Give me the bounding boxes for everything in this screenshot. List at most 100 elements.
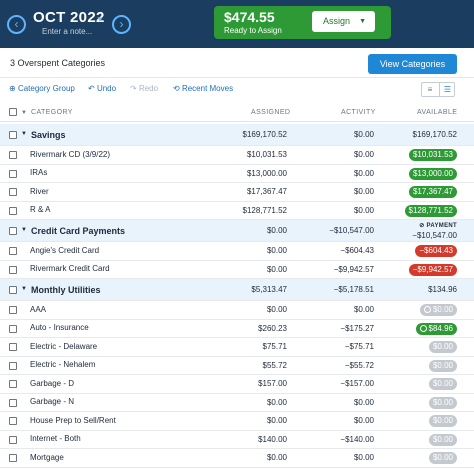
row-checkbox[interactable] — [9, 286, 17, 294]
group-name[interactable]: Credit Card Payments — [31, 226, 125, 236]
row-checkbox[interactable] — [9, 361, 17, 370]
row-checkbox[interactable] — [9, 265, 17, 274]
available-pill[interactable]: $0.00 — [428, 396, 457, 409]
available-pill[interactable]: $0.00 — [419, 304, 457, 317]
list-view-icon[interactable]: ☰ — [439, 83, 455, 96]
collapse-group-icon[interactable]: ▼ — [21, 227, 27, 233]
category-row[interactable]: R & A $128,771.52 $0.00 $128,771.52 — [0, 202, 474, 220]
undo-button[interactable]: ↶ Undo — [88, 84, 116, 93]
assigned-amount[interactable]: $0.00 — [267, 246, 287, 255]
assigned-amount[interactable]: $0.00 — [267, 265, 287, 274]
available-pill[interactable]: $10,031.53 — [408, 149, 457, 162]
row-checkbox[interactable] — [9, 435, 17, 444]
category-name[interactable]: AAA — [30, 305, 46, 314]
category-name[interactable]: House Prep to Sell/Rent — [30, 416, 116, 425]
category-row[interactable]: Rivermark Credit Card $0.00 −$9,942.57 −$9,… — [0, 261, 474, 279]
assigned-amount[interactable]: $260.23 — [258, 324, 287, 333]
activity-amount[interactable]: −$157.00 — [340, 379, 374, 388]
row-checkbox[interactable] — [9, 306, 17, 315]
category-name[interactable]: Mortgage — [30, 453, 64, 462]
row-checkbox[interactable] — [9, 169, 17, 178]
assigned-amount[interactable]: $0.00 — [267, 398, 287, 407]
activity-amount[interactable]: $0.00 — [354, 206, 374, 215]
row-checkbox[interactable] — [9, 380, 17, 389]
row-checkbox[interactable] — [9, 454, 17, 463]
collapse-all-icon[interactable]: ▼ — [21, 110, 27, 116]
category-name[interactable]: Electric - Nehalem — [30, 360, 95, 369]
category-name[interactable]: R & A — [30, 205, 50, 214]
category-name[interactable]: Rivermark CD (3/9/22) — [30, 150, 110, 159]
assigned-amount[interactable]: $75.71 — [263, 342, 287, 351]
assigned-amount[interactable]: $157.00 — [258, 379, 287, 388]
available-pill[interactable]: $0.00 — [428, 359, 457, 372]
activity-amount[interactable]: $0.00 — [354, 453, 374, 462]
activity-amount[interactable]: $0.00 — [354, 416, 374, 425]
activity-amount[interactable]: −$604.43 — [340, 246, 374, 255]
recent-moves-button[interactable]: ⟲ Recent Moves — [173, 84, 233, 93]
category-name[interactable]: River — [30, 187, 49, 196]
assigned-amount[interactable]: $140.00 — [258, 435, 287, 444]
assigned-amount[interactable]: $17,367.47 — [247, 187, 287, 196]
category-name[interactable]: Angie's Credit Card — [30, 246, 99, 255]
category-row[interactable]: Electric - Nehalem $55.72 −$55.72 $0.00 — [0, 357, 474, 375]
category-name[interactable]: IRAs — [30, 168, 47, 177]
assigned-amount[interactable]: $13,000.00 — [247, 169, 287, 178]
category-row[interactable]: Mortgage $0.00 $0.00 $0.00 — [0, 449, 474, 468]
category-row[interactable]: Angie's Credit Card $0.00 −$604.43 −$604.43 — [0, 242, 474, 261]
row-checkbox[interactable] — [9, 188, 17, 197]
category-group-row[interactable]: ▼ Credit Card Payments $0.00 −$10,547.00 ⊘ P… — [0, 220, 474, 242]
overspent-categories-text[interactable]: 3 Overspent Categories — [10, 58, 105, 68]
activity-amount[interactable]: −$75.71 — [345, 342, 374, 351]
assigned-amount[interactable]: $10,031.53 — [247, 150, 287, 159]
available-pill[interactable]: $128,771.52 — [404, 204, 457, 217]
activity-amount[interactable]: $0.00 — [354, 305, 374, 314]
assigned-amount[interactable]: $0.00 — [267, 453, 287, 462]
redo-button[interactable]: ↷ Redo — [130, 84, 158, 93]
available-pill[interactable]: $0.00 — [428, 341, 457, 354]
category-row[interactable]: Garbage - N $0.00 $0.00 $0.00 — [0, 394, 474, 412]
available-pill[interactable]: $84.96 — [415, 322, 457, 335]
row-checkbox[interactable] — [9, 131, 17, 139]
row-checkbox[interactable] — [9, 227, 17, 235]
category-name[interactable]: Auto - Insurance — [30, 323, 89, 332]
row-checkbox[interactable] — [9, 206, 17, 215]
activity-amount[interactable]: −$140.00 — [340, 435, 374, 444]
row-checkbox[interactable] — [9, 398, 17, 407]
group-name[interactable]: Savings — [31, 130, 66, 140]
activity-amount[interactable]: −$175.27 — [340, 324, 374, 333]
row-checkbox[interactable] — [9, 151, 17, 160]
available-pill[interactable]: $0.00 — [428, 378, 457, 391]
activity-amount[interactable]: $0.00 — [354, 150, 374, 159]
available-pill[interactable]: $0.00 — [428, 433, 457, 446]
next-month-button[interactable]: › — [112, 15, 131, 34]
prev-month-button[interactable]: ‹ — [7, 15, 26, 34]
month-title[interactable]: OCT 2022 — [33, 9, 105, 26]
category-group-row[interactable]: ▼ Monthly Utilities $5,313.47 −$5,178.51 $13… — [0, 279, 474, 301]
available-pill[interactable]: $13,000.00 — [408, 167, 457, 180]
activity-amount[interactable]: $0.00 — [354, 187, 374, 196]
assigned-amount[interactable]: $128,771.52 — [243, 206, 288, 215]
category-row[interactable]: AAA $0.00 $0.00 $0.00 — [0, 301, 474, 320]
group-name[interactable]: Monthly Utilities — [31, 285, 101, 295]
category-name[interactable]: Garbage - N — [30, 397, 74, 406]
row-checkbox[interactable] — [9, 324, 17, 333]
row-checkbox[interactable] — [9, 247, 17, 256]
select-all-checkbox[interactable] — [9, 108, 17, 116]
assign-button[interactable]: Assign ▼ — [312, 11, 375, 32]
activity-amount[interactable]: $0.00 — [354, 169, 374, 178]
assigned-amount[interactable]: $0.00 — [267, 305, 287, 314]
category-row[interactable]: Electric - Delaware $75.71 −$75.71 $0.00 — [0, 338, 474, 357]
category-row[interactable]: House Prep to Sell/Rent $0.00 $0.00 $0.00 — [0, 412, 474, 431]
category-row[interactable]: Internet - Both $140.00 −$140.00 $0.00 — [0, 431, 474, 449]
available-pill[interactable]: $0.00 — [428, 415, 457, 428]
assigned-amount[interactable]: $0.00 — [267, 416, 287, 425]
collapse-group-icon[interactable]: ▼ — [21, 131, 27, 137]
available-pill[interactable]: −$604.43 — [415, 245, 457, 258]
available-pill[interactable]: $17,367.47 — [408, 186, 457, 199]
category-row[interactable]: IRAs $13,000.00 $0.00 $13,000.00 — [0, 165, 474, 183]
row-checkbox[interactable] — [9, 417, 17, 426]
view-categories-button[interactable]: View Categories — [368, 54, 457, 74]
assigned-amount[interactable]: $55.72 — [263, 361, 287, 370]
category-group-row[interactable]: ▼ Savings $169,170.52 $0.00 $169,170.52 — [0, 124, 474, 146]
compact-view-icon[interactable]: ≡ — [422, 83, 438, 96]
